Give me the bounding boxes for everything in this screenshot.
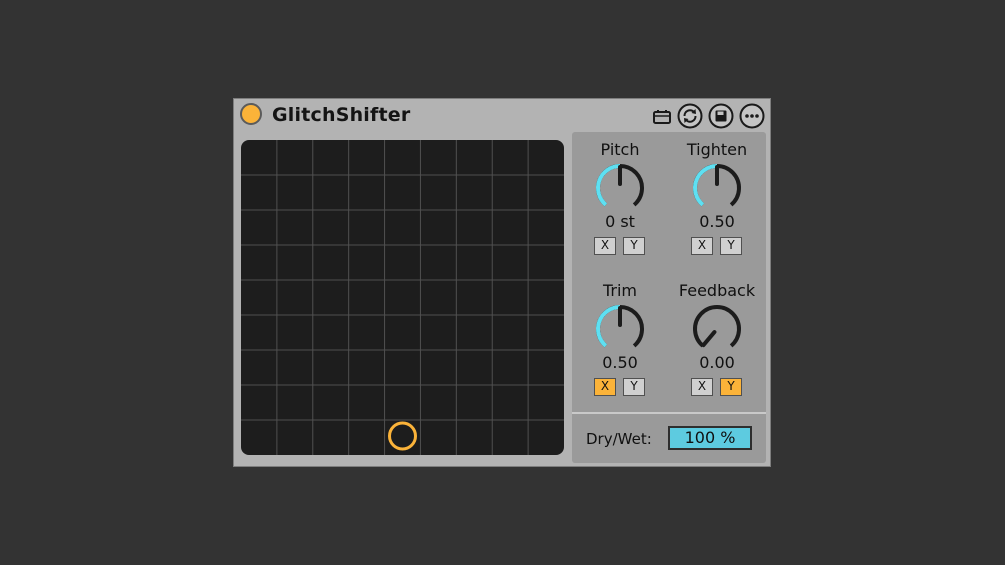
- knob-label-feedback: Feedback: [678, 281, 756, 300]
- xy-pad-grid: [241, 140, 564, 455]
- device-title: GlitchShifter: [272, 104, 411, 126]
- x-map-toggle-tighten[interactable]: X: [691, 237, 713, 255]
- hotswap-icon[interactable]: [677, 103, 703, 129]
- clip-icon[interactable]: [652, 107, 672, 127]
- knob-tighten[interactable]: [690, 161, 744, 215]
- x-map-toggle-feedback[interactable]: X: [691, 378, 713, 396]
- knob-value-trim[interactable]: 0.50: [572, 353, 668, 372]
- knob-trim[interactable]: [593, 302, 647, 356]
- more-icon[interactable]: [739, 103, 765, 129]
- panel-divider: [572, 412, 766, 414]
- knob-value-tighten[interactable]: 0.50: [669, 212, 765, 231]
- device-title-bar: GlitchShifter: [234, 99, 770, 133]
- y-map-toggle-feedback[interactable]: Y: [720, 378, 742, 396]
- parameter-panel: Pitch 0 st X Y Tighten 0.50 X Y Trim 0.50 X Y Feedba…: [572, 132, 766, 463]
- knob-pitch[interactable]: [593, 161, 647, 215]
- dry-wet-label: Dry/Wet:: [586, 430, 652, 448]
- y-map-toggle-pitch[interactable]: Y: [623, 237, 645, 255]
- knob-value-pitch[interactable]: 0 st: [572, 212, 668, 231]
- knob-label-tighten: Tighten: [686, 140, 748, 159]
- knob-value-feedback[interactable]: 0.00: [669, 353, 765, 372]
- device-power-button[interactable]: [240, 103, 262, 125]
- xy-pad-puck[interactable]: [388, 421, 417, 451]
- y-map-toggle-trim[interactable]: Y: [623, 378, 645, 396]
- x-map-toggle-trim[interactable]: X: [594, 378, 616, 396]
- save-icon[interactable]: [708, 103, 734, 129]
- y-map-toggle-tighten[interactable]: Y: [720, 237, 742, 255]
- knob-label-trim: Trim: [602, 281, 638, 300]
- dry-wet-value-box[interactable]: 100 %: [668, 426, 752, 450]
- xy-pad[interactable]: [241, 140, 564, 455]
- knob-feedback[interactable]: [690, 302, 744, 356]
- glitchshifter-device: GlitchShifter Pitch 0 st X Y Tighten 0.5…: [233, 98, 771, 467]
- x-map-toggle-pitch[interactable]: X: [594, 237, 616, 255]
- knob-label-pitch: Pitch: [600, 140, 640, 159]
